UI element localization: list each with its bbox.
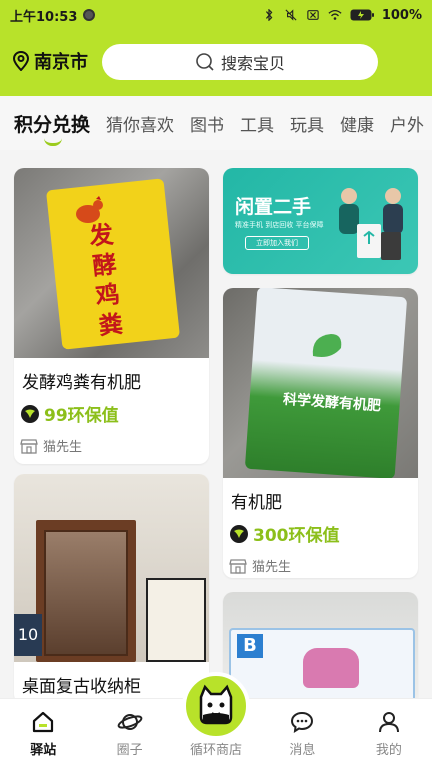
status-right: 100% [262,8,422,23]
tab-guess-you-like[interactable]: 猜你喜欢 [106,111,174,136]
location-pin-icon [12,51,30,71]
toy-pink [303,648,359,688]
category-tabs: 积分兑换 猜你喜欢 图书 工具 玩具 健康 户外 [0,96,432,150]
tab-outdoor[interactable]: 户外 [390,111,424,136]
user-icon [378,712,399,733]
bluetooth-icon [265,9,273,21]
fertilizer-bag [244,288,408,478]
status-time: 上午10:53 [10,9,78,25]
product-image: 10 [14,474,209,662]
search-placeholder: 搜索宝贝 [220,54,285,73]
nav-label: 消息 [289,743,316,758]
banner-title: 闲置二手 [235,196,312,218]
product-image: 发酵鸡粪 [14,168,209,358]
nav-circle[interactable]: 圈子 [86,699,172,768]
status-bar: 上午10:53 100% [0,0,432,30]
product-price: 300环保值 [223,513,418,546]
tab-books[interactable]: 图书 [190,111,224,136]
planet-icon [117,714,142,730]
seller-info: 猫先生 [223,546,418,575]
chat-icon [291,711,314,733]
recycling-illustration-icon [339,188,403,260]
notification-dot-icon [83,9,96,21]
product-card[interactable]: 10 桌面复古收纳柜 [14,474,209,704]
battery-icon [350,9,374,21]
nav-me[interactable]: 我的 [346,699,432,768]
header: 上午10:53 100% 南京市 搜索宝贝 [0,0,432,96]
poster [146,578,206,662]
tab-tools[interactable]: 工具 [240,111,274,136]
product-title: 有机肥 [231,493,282,513]
nav-label: 圈子 [116,743,143,758]
city-label: 南京市 [34,52,88,73]
product-card[interactable]: 科学发酵有机肥 有机肥 300环保值 猫先生 [223,288,418,578]
tab-toys[interactable]: 玩具 [290,111,324,136]
nav-messages[interactable]: 消息 [259,699,345,768]
banner-join-button[interactable]: 立即加入我们 [245,236,309,250]
wifi-icon [328,9,342,20]
nav-station[interactable]: 驿站 [0,699,86,768]
search-icon [196,53,214,71]
eco-coin-icon [230,524,248,543]
product-card[interactable]: B [223,592,418,704]
price-value: 99环保值 [44,406,119,426]
product-image: 科学发酵有机肥 [223,288,418,478]
banner-subtitle: 精准手机 到店回收 平台保障 [235,221,324,229]
box-logo: B [237,634,263,658]
nav-label: 循环商店 [190,743,243,758]
search-input[interactable]: 搜索宝贝 [102,44,378,80]
location-selector[interactable]: 南京市 [12,48,88,74]
mute-icon [285,9,297,21]
product-image: B [223,592,418,704]
shop-icon [229,558,247,574]
product-title: 发酵鸡粪有机肥 [22,373,141,393]
battery-level: 100% [381,7,422,23]
clock-display: 10 [14,614,42,656]
cat-logo-icon [199,684,233,725]
cabinet-glass [44,530,128,656]
rooster-icon [76,196,103,223]
tab-health[interactable]: 健康 [340,111,374,136]
home-icon [33,711,54,733]
nav-label: 我的 [375,743,402,758]
shop-icon [20,438,38,454]
seller-name: 猫先生 [252,560,292,575]
price-value: 300环保值 [253,526,340,546]
leaf-logo-icon [312,334,342,357]
eco-coin-icon [21,404,39,423]
nav-label: 驿站 [30,743,57,758]
product-price: 99环保值 [14,393,209,426]
banner-card[interactable]: 闲置二手 精准手机 到店回收 平台保障 立即加入我们 [223,168,418,274]
product-card[interactable]: 发酵鸡粪 发酵鸡粪有机肥 99环保值 猫先生 [14,168,209,464]
seller-name: 猫先生 [43,440,83,455]
product-title: 桌面复古收纳柜 [22,677,141,697]
tab-points-exchange[interactable]: 积分兑换 [14,110,90,146]
sim-off-icon [307,10,319,20]
recycle-store-center-button[interactable] [182,672,250,740]
seller-info: 猫先生 [14,426,209,455]
